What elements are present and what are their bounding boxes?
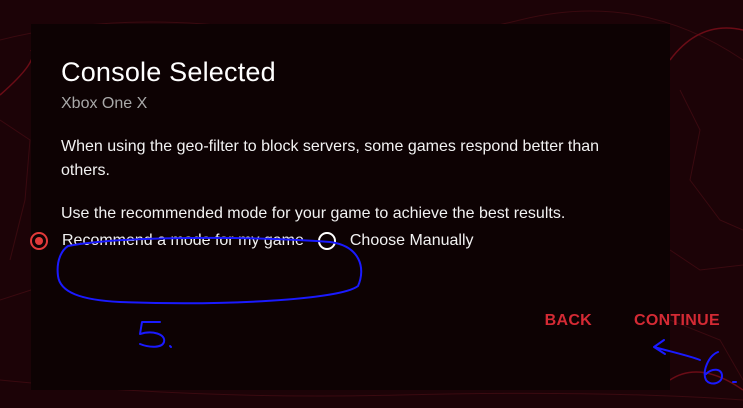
choose-manually-option[interactable]: Choose Manually [317, 232, 474, 250]
recommendation-hint: Use the recommended mode for your game t… [61, 205, 566, 222]
dialog-actions: BACK CONTINUE [545, 312, 720, 330]
continue-button[interactable]: CONTINUE [634, 312, 720, 330]
radio-checked-icon[interactable] [30, 232, 48, 250]
mode-radio-group: Recommend a mode for my game Choose Manu… [30, 232, 474, 250]
recommend-mode-label[interactable]: Recommend a mode for my game [62, 232, 304, 250]
geo-filter-description: When using the geo-filter to block serve… [61, 138, 600, 179]
radio-unchecked-icon[interactable] [317, 232, 336, 250]
dialog-title: Console Selected [61, 57, 276, 87]
console-name: Xbox One X [61, 95, 148, 112]
console-selected-dialog: Console Selected Xbox One X When using t… [31, 24, 670, 390]
recommend-mode-option[interactable]: Recommend a mode for my game [30, 232, 304, 250]
back-button[interactable]: BACK [545, 312, 592, 330]
choose-manually-label[interactable]: Choose Manually [350, 232, 474, 250]
